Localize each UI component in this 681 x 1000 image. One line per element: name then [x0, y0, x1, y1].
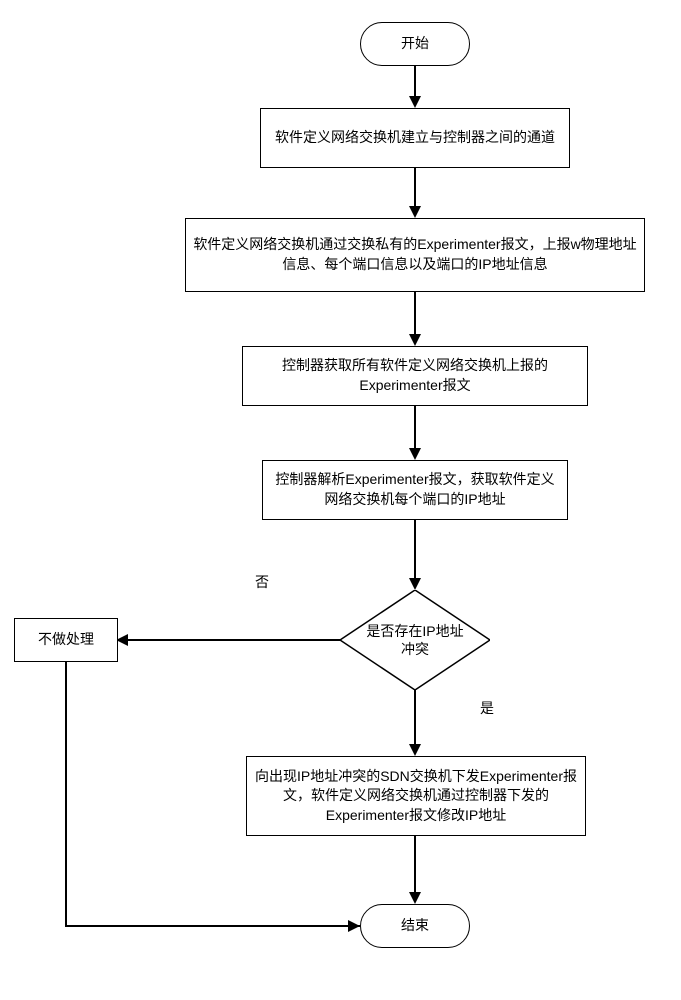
edge-yes [414, 690, 416, 746]
arrow-head [409, 744, 421, 756]
process-step4: 控制器解析Experimenter报文，获取软件定义网络交换机每个端口的IP地址 [262, 460, 568, 520]
flowchart: 开始 软件定义网络交换机建立与控制器之间的通道 软件定义网络交换机通过交换私有的… [0, 0, 681, 1000]
process-noop: 不做处理 [14, 618, 118, 662]
process-step3: 控制器获取所有软件定义网络交换机上报的Experimenter报文 [242, 346, 588, 406]
edge [414, 66, 416, 98]
noop-text: 不做处理 [38, 630, 94, 650]
decision-text: 是否存在IP地址冲突 [360, 622, 470, 658]
edge [414, 406, 416, 450]
decision-ip-conflict: 是否存在IP地址冲突 [340, 590, 490, 690]
process-step1: 软件定义网络交换机建立与控制器之间的通道 [260, 108, 570, 168]
step3-text: 控制器获取所有软件定义网络交换机上报的Experimenter报文 [249, 356, 581, 395]
label-no: 否 [255, 572, 269, 592]
edge-noop-end [65, 925, 360, 927]
arrow-head [409, 448, 421, 460]
label-yes: 是 [480, 698, 494, 718]
edge-no [128, 639, 340, 641]
step4-text: 控制器解析Experimenter报文，获取软件定义网络交换机每个端口的IP地址 [269, 470, 561, 509]
terminal-end: 结束 [360, 904, 470, 948]
edge [414, 168, 416, 208]
edge [414, 836, 416, 894]
step5-text: 向出现IP地址冲突的SDN交换机下发Experimenter报文，软件定义网络交… [253, 767, 579, 826]
arrow-head [409, 892, 421, 904]
edge [414, 520, 416, 580]
edge [414, 292, 416, 336]
terminal-start: 开始 [360, 22, 470, 66]
end-label: 结束 [401, 916, 429, 936]
process-step2: 软件定义网络交换机通过交换私有的Experimenter报文，上报w物理地址信息… [185, 218, 645, 292]
arrow-head [409, 578, 421, 590]
arrow-head [409, 206, 421, 218]
arrow-head [348, 920, 360, 932]
step2-text: 软件定义网络交换机通过交换私有的Experimenter报文，上报w物理地址信息… [192, 235, 638, 274]
process-step5: 向出现IP地址冲突的SDN交换机下发Experimenter报文，软件定义网络交… [246, 756, 586, 836]
arrow-head [409, 96, 421, 108]
arrow-head [409, 334, 421, 346]
step1-text: 软件定义网络交换机建立与控制器之间的通道 [275, 128, 555, 148]
edge-noop-end [65, 662, 67, 926]
start-label: 开始 [401, 34, 429, 54]
